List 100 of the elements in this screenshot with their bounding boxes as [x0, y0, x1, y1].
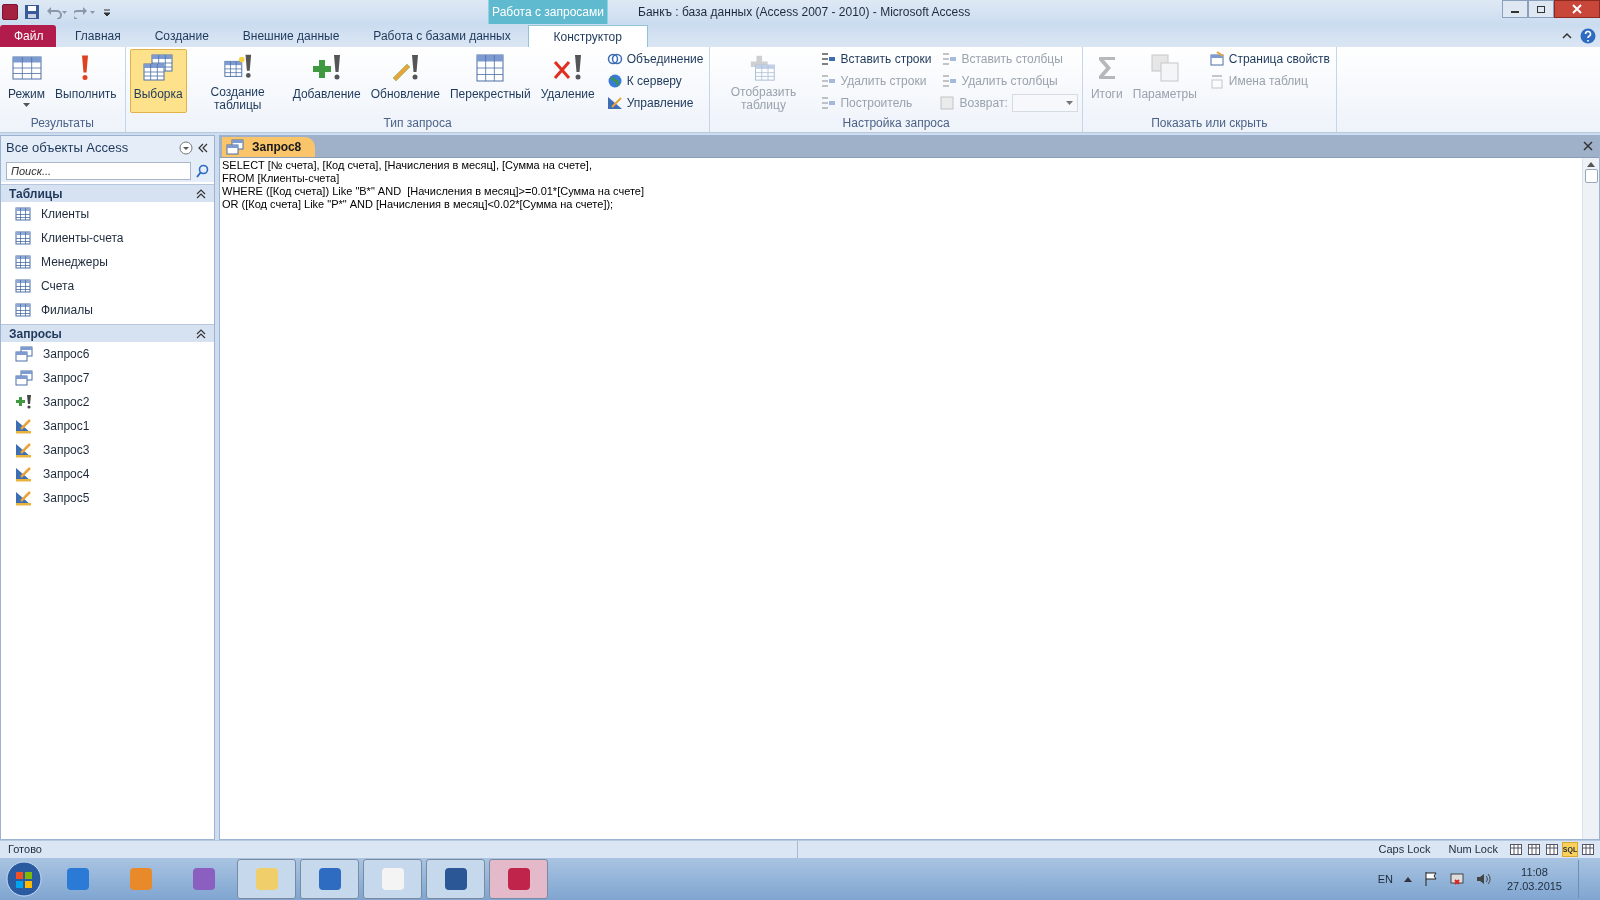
- ribbon-small-button[interactable]: Вставить строки: [818, 49, 934, 69]
- table-icon: [15, 206, 31, 222]
- ribbon-tab[interactable]: Файл: [0, 25, 56, 47]
- volume-icon[interactable]: [1474, 871, 1491, 887]
- rows-icon: [820, 51, 837, 67]
- ribbon-small-button[interactable]: Объединение: [604, 49, 706, 69]
- flag-icon[interactable]: [1422, 871, 1439, 887]
- group-title: Настройка запроса: [841, 116, 951, 132]
- ribbon-small-button[interactable]: Управление: [604, 93, 706, 113]
- ribbon-button[interactable]: Создание таблицы: [188, 49, 287, 113]
- nav-item[interactable]: Филиалы: [1, 298, 214, 322]
- group-title: Тип запроса: [382, 116, 453, 132]
- nav-item[interactable]: Клиенты: [1, 202, 214, 226]
- nav-item[interactable]: Запрос5: [1, 486, 214, 510]
- status-indicator: Caps Lock: [1378, 842, 1431, 858]
- parameters-icon: [1148, 52, 1181, 84]
- group-title: Показать или скрыть: [1150, 116, 1269, 132]
- nav-item[interactable]: Запрос4: [1, 462, 214, 486]
- taskbar-app[interactable]: [300, 859, 359, 899]
- nav-section-header[interactable]: Таблицы: [1, 184, 214, 202]
- ribbon-small-button[interactable]: Страница свойств: [1206, 49, 1332, 69]
- start-button[interactable]: [4, 859, 44, 899]
- ribbon-tab[interactable]: Работа с базами данных: [358, 25, 526, 47]
- ribbon-button[interactable]: Выполнить: [51, 49, 121, 113]
- minimize-button[interactable]: [1502, 0, 1528, 18]
- minimize-ribbon-icon[interactable]: [1562, 32, 1572, 40]
- property-sheet-icon: [1208, 51, 1225, 67]
- plus-exclamation-icon: [15, 394, 33, 410]
- sql-line: FROM [Клиенты-счета]: [222, 172, 341, 185]
- close-icon: [1572, 4, 1582, 14]
- ruler-pencil-icon: [15, 418, 33, 434]
- restore-button[interactable]: [1528, 0, 1554, 18]
- table-names-icon: [1208, 73, 1225, 89]
- ribbon-button[interactable]: Выборка: [129, 49, 187, 113]
- view-button[interactable]: [1580, 842, 1596, 857]
- nav-item[interactable]: Менеджеры: [1, 250, 214, 274]
- ribbon-tab[interactable]: Внешние данные: [227, 25, 355, 47]
- dropdown-icon[interactable]: [179, 141, 193, 155]
- ribbon-button[interactable]: Удаление: [536, 49, 599, 113]
- tables-icon: [142, 52, 175, 84]
- collapse-icon[interactable]: [196, 328, 206, 339]
- view-button[interactable]: [1508, 842, 1524, 857]
- search-icon[interactable]: [195, 164, 209, 178]
- scroll-thumb[interactable]: [1584, 169, 1598, 183]
- ribbon-button[interactable]: Режим: [4, 49, 49, 113]
- nav-item[interactable]: Запрос6: [1, 342, 214, 366]
- close-icon[interactable]: [1583, 141, 1593, 151]
- view-button[interactable]: [1544, 842, 1560, 857]
- search-field[interactable]: Поиск...: [6, 162, 191, 180]
- sql-line: SELECT [№ счета], [Код счета], [Начисления в месяц], [Сумма на счете],: [222, 159, 593, 172]
- nav-item[interactable]: Запрос1: [1, 414, 214, 438]
- clock-date[interactable]: 27.03.2015: [1506, 879, 1562, 893]
- circles-icon: [606, 51, 623, 67]
- ribbon-tab[interactable]: Главная: [60, 25, 136, 47]
- scrollbar[interactable]: [1582, 158, 1599, 839]
- nav-pane-title: Все объекты Access: [6, 139, 130, 158]
- ribbon-button[interactable]: Перекрестный: [445, 49, 535, 113]
- window-title: Банкъ : база данных (Access 2007 - 2010) - Microsoft Access: [638, 4, 971, 21]
- ribbon-button[interactable]: Обновление: [366, 49, 444, 113]
- return-label: Возврат:: [959, 95, 1008, 112]
- clock-time[interactable]: 11:08: [1521, 865, 1548, 879]
- help-icon[interactable]: [1580, 28, 1596, 44]
- ribbon-tab[interactable]: Конструктор: [527, 25, 648, 47]
- nav-item[interactable]: Запрос7: [1, 366, 214, 390]
- tables-icon: [15, 346, 33, 362]
- rows-icon: [820, 73, 837, 89]
- scroll-up-icon[interactable]: [1587, 162, 1595, 167]
- network-icon[interactable]: [1448, 871, 1465, 887]
- taskbar-app[interactable]: [426, 859, 485, 899]
- nav-item[interactable]: Запрос2: [1, 390, 214, 414]
- columns-icon: [941, 51, 958, 67]
- rows-icon: [820, 95, 837, 111]
- columns-icon: [941, 73, 958, 89]
- view-icon: [1546, 844, 1558, 855]
- globe-icon: [606, 73, 623, 89]
- return-icon: [939, 95, 956, 111]
- status-indicator: Num Lock: [1448, 842, 1498, 858]
- ribbon-tab[interactable]: Создание: [139, 25, 224, 47]
- caret-icon: [1065, 101, 1073, 105]
- collapse-icon[interactable]: [196, 188, 206, 199]
- document-tab[interactable]: Запрос8: [222, 137, 316, 157]
- taskbar-app[interactable]: [489, 859, 548, 899]
- ruler-pencil-icon: [15, 490, 33, 506]
- tray-expand-icon[interactable]: [1402, 875, 1413, 883]
- nav-item[interactable]: Счета: [1, 274, 214, 298]
- ribbon-button[interactable]: Добавление: [288, 49, 365, 113]
- nav-item[interactable]: Клиенты-счета: [1, 226, 214, 250]
- collapse-pane-icon[interactable]: [197, 142, 209, 154]
- taskbar-app[interactable]: [363, 859, 422, 899]
- ruler-pencil-icon: [606, 95, 623, 111]
- view-button[interactable]: [1526, 842, 1542, 857]
- contextual-tab-title: Работа с запросами: [488, 0, 608, 24]
- save-icon[interactable]: [24, 4, 40, 20]
- exclamation-icon: [81, 54, 90, 82]
- close-button[interactable]: [1554, 0, 1600, 18]
- nav-item[interactable]: Запрос3: [1, 438, 214, 462]
- language-indicator[interactable]: EN: [1377, 870, 1393, 888]
- nav-section-header[interactable]: Запросы: [1, 324, 214, 342]
- view-icon: [1528, 844, 1540, 855]
- ribbon-small-button[interactable]: К серверу: [604, 71, 706, 91]
